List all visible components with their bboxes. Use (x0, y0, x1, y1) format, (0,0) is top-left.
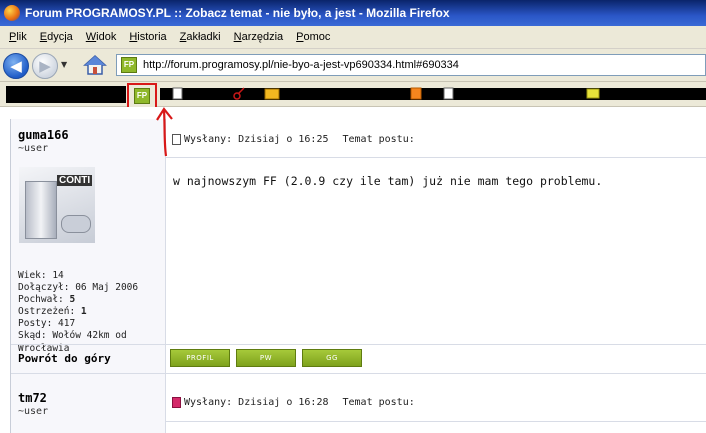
menu-edycja[interactable]: Edycja (40, 31, 73, 43)
firefox-icon (4, 5, 20, 21)
profile-button[interactable]: PROFIL (170, 349, 230, 367)
author-warnings: Ostrzeżeń: 1 (18, 306, 87, 318)
back-to-top-link[interactable]: Powrót do góry (18, 352, 111, 365)
menu-widok[interactable]: Widok (86, 31, 117, 43)
author-praise: Pochwał: 5 (18, 294, 76, 306)
document-bookmark-icon[interactable] (443, 87, 455, 100)
window-titlebar: Forum PROGRAMOSY.PL :: Zobacz temat - ni… (0, 0, 706, 26)
bookmarks-toolbar: FP (0, 82, 706, 109)
message-column: Wysłany: Dzisiaj o 16:25 Temat postu: w … (166, 119, 706, 433)
header-divider (166, 157, 706, 158)
rss-bookmark-icon[interactable] (410, 87, 422, 100)
post-author-name[interactable]: tm72 (18, 391, 47, 405)
scissors-bookmark-icon[interactable] (233, 87, 245, 100)
star-bookmark-icon[interactable] (586, 87, 600, 100)
header-divider (166, 421, 706, 422)
arrow-left-icon: ◀ (10, 57, 22, 75)
page-content: guma166 ~user CONTI Wiek: 14 Dołączył: 0… (0, 107, 706, 433)
row-divider (166, 373, 706, 374)
author-stats: Wiek: 14 Dołączył: 06 Maj 2006 Pochwał: … (18, 270, 164, 355)
annotation-arrow-icon (156, 107, 173, 157)
forward-button[interactable]: ▶ (32, 53, 58, 79)
author-column: guma166 ~user CONTI Wiek: 14 Dołączył: 0… (11, 119, 166, 433)
arrow-right-icon: ▶ (39, 57, 51, 75)
author-joined: Dołączył: 06 Maj 2006 (18, 282, 139, 294)
history-dropdown-icon[interactable]: ▼ (61, 60, 67, 69)
post-author-rank: ~user (18, 143, 49, 154)
back-button[interactable]: ◀ (3, 53, 29, 79)
folder-bookmark-icon[interactable] (264, 87, 280, 100)
address-bar[interactable]: FP http://forum.programosy.pl/nie-byo-a-… (116, 54, 706, 76)
author-age: Wiek: 14 (18, 270, 64, 281)
row-divider (166, 344, 706, 345)
row-divider (11, 373, 165, 374)
menu-zakladki[interactable]: Zakładki (180, 31, 221, 43)
post-topic-label: Temat postu: (342, 397, 415, 408)
address-url[interactable]: http://forum.programosy.pl/nie-byo-a-jes… (143, 59, 459, 71)
redacted-bookmarks (6, 86, 126, 103)
gamepad-image (61, 215, 91, 233)
avatar: CONTI (19, 167, 95, 243)
menu-bar: Plik Edycja Widok Historia Zakładki Narz… (0, 26, 706, 49)
post-action-buttons: PROFIL PW GG (170, 349, 368, 367)
post-date: Wysłany: Dzisiaj o 16:28 (184, 397, 329, 408)
posts-table: guma166 ~user CONTI Wiek: 14 Dołączył: 0… (10, 119, 706, 433)
home-icon[interactable] (83, 54, 107, 76)
post-author-name[interactable]: guma166 (18, 128, 69, 142)
post-date: Wysłany: Dzisiaj o 16:25 (184, 134, 329, 145)
post-header: Wysłany: Dzisiaj o 16:28 Temat postu: (172, 397, 415, 408)
menu-narzedzia[interactable]: Narzędzia (234, 31, 284, 43)
post-topic-label: Temat postu: (342, 134, 415, 145)
gg-button[interactable]: GG (302, 349, 362, 367)
post-header: Wysłany: Dzisiaj o 16:25 Temat postu: (172, 134, 415, 145)
navigation-toolbar: ◀ ▶ ▼ FP http://forum.programosy.pl/nie-… (0, 49, 706, 82)
console-image (25, 181, 57, 239)
post-new-document-icon[interactable] (172, 397, 181, 408)
menu-pomoc[interactable]: Pomoc (296, 31, 330, 43)
post-message: w najnowszym FF (2.0.9 czy ile tam) już … (173, 174, 603, 188)
site-favicon-icon: FP (121, 57, 137, 73)
page-bookmark-icon[interactable] (172, 87, 184, 100)
pm-button[interactable]: PW (236, 349, 296, 367)
avatar-label: CONTI (57, 175, 93, 186)
row-divider (11, 344, 165, 345)
menu-historia[interactable]: Historia (129, 31, 166, 43)
author-post-count: Posty: 417 (18, 318, 76, 330)
window-title: Forum PROGRAMOSY.PL :: Zobacz temat - ni… (25, 6, 450, 20)
post-author-rank: ~user (18, 406, 49, 417)
menu-plik[interactable]: Plik (9, 31, 27, 43)
fp-bookmark-icon: FP (134, 88, 150, 104)
